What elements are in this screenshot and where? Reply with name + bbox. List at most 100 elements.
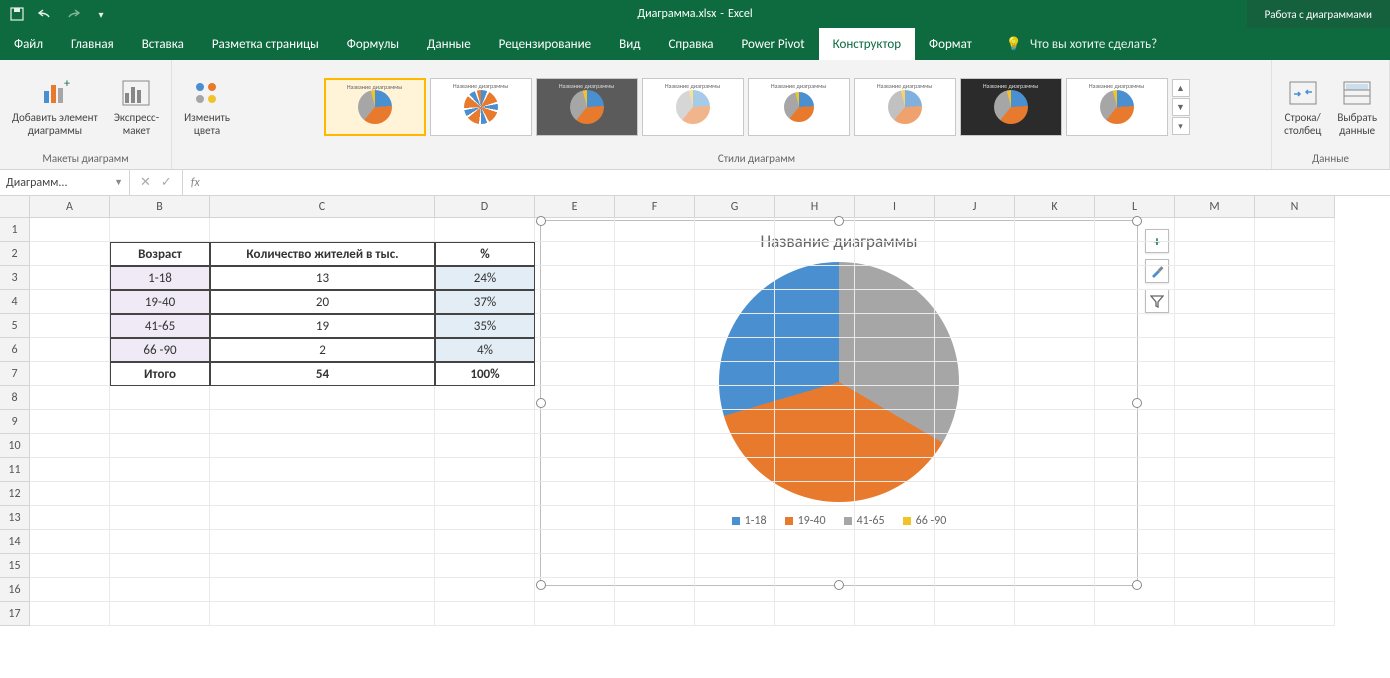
- cell[interactable]: [935, 314, 1015, 338]
- cell[interactable]: [210, 578, 435, 602]
- tab-home[interactable]: Главная: [57, 28, 128, 60]
- quick-layout-button[interactable]: Экспресс- макет: [110, 75, 163, 139]
- change-colors-button[interactable]: Изменить цвета: [180, 75, 234, 139]
- column-header[interactable]: E: [535, 196, 615, 218]
- cell[interactable]: [695, 314, 775, 338]
- row-header[interactable]: 14: [0, 530, 30, 554]
- cell[interactable]: [1015, 242, 1095, 266]
- cell[interactable]: [110, 602, 210, 626]
- cell[interactable]: [855, 530, 935, 554]
- cell[interactable]: [535, 218, 615, 242]
- cell[interactable]: [1255, 242, 1335, 266]
- cell[interactable]: [1255, 506, 1335, 530]
- cell[interactable]: [1255, 602, 1335, 626]
- formula-input[interactable]: [208, 170, 1390, 195]
- tab-insert[interactable]: Вставка: [128, 28, 198, 60]
- cell[interactable]: [775, 506, 855, 530]
- cell[interactable]: [615, 602, 695, 626]
- row-header[interactable]: 13: [0, 506, 30, 530]
- cell[interactable]: [210, 458, 435, 482]
- undo-icon[interactable]: [36, 5, 54, 23]
- column-header[interactable]: H: [775, 196, 855, 218]
- tab-file[interactable]: Файл: [0, 28, 57, 60]
- cell[interactable]: [535, 506, 615, 530]
- tab-data[interactable]: Данные: [413, 28, 485, 60]
- cell[interactable]: %: [435, 242, 535, 266]
- column-header[interactable]: K: [1015, 196, 1095, 218]
- cell[interactable]: [615, 530, 695, 554]
- cell[interactable]: [435, 410, 535, 434]
- cell[interactable]: [935, 242, 1015, 266]
- cell[interactable]: [1095, 506, 1175, 530]
- cell[interactable]: [1095, 410, 1175, 434]
- cell[interactable]: [1095, 314, 1175, 338]
- cell[interactable]: [30, 434, 110, 458]
- column-header[interactable]: N: [1255, 196, 1335, 218]
- cell[interactable]: [695, 410, 775, 434]
- select-data-button[interactable]: Выбрать данные: [1333, 75, 1381, 139]
- cell[interactable]: [30, 314, 110, 338]
- cell[interactable]: [935, 506, 1015, 530]
- cell[interactable]: [1095, 242, 1175, 266]
- cell[interactable]: [1015, 218, 1095, 242]
- cell[interactable]: [935, 530, 1015, 554]
- column-header[interactable]: A: [30, 196, 110, 218]
- chart-style-1[interactable]: Название диаграммы: [324, 78, 426, 136]
- cell[interactable]: [1175, 218, 1255, 242]
- cell[interactable]: [935, 602, 1015, 626]
- cell[interactable]: [775, 554, 855, 578]
- cell[interactable]: [1255, 362, 1335, 386]
- cell[interactable]: [775, 434, 855, 458]
- cell[interactable]: [1175, 362, 1255, 386]
- cell[interactable]: [30, 410, 110, 434]
- chart-style-6[interactable]: Название диаграммы: [854, 78, 956, 136]
- cell[interactable]: 41-65: [110, 314, 210, 338]
- cell[interactable]: [30, 602, 110, 626]
- cell[interactable]: [30, 578, 110, 602]
- cell[interactable]: Возраст: [110, 242, 210, 266]
- cell[interactable]: [855, 482, 935, 506]
- tell-me-search[interactable]: 💡 Что вы хотите сделать?: [1006, 28, 1157, 60]
- cell[interactable]: [695, 506, 775, 530]
- cell[interactable]: [615, 578, 695, 602]
- cell[interactable]: [30, 554, 110, 578]
- tab-page-layout[interactable]: Разметка страницы: [198, 28, 333, 60]
- row-header[interactable]: 2: [0, 242, 30, 266]
- cell[interactable]: [615, 218, 695, 242]
- cell[interactable]: [1095, 530, 1175, 554]
- chart-style-5[interactable]: Название диаграммы: [748, 78, 850, 136]
- cell[interactable]: [30, 266, 110, 290]
- cell[interactable]: [110, 506, 210, 530]
- cell[interactable]: [210, 482, 435, 506]
- cell[interactable]: [695, 290, 775, 314]
- cell[interactable]: [435, 602, 535, 626]
- cell[interactable]: [1015, 338, 1095, 362]
- fx-icon[interactable]: fx: [183, 170, 208, 195]
- cell[interactable]: [1095, 290, 1175, 314]
- cell[interactable]: [615, 314, 695, 338]
- cell[interactable]: [855, 554, 935, 578]
- cell[interactable]: 2: [210, 338, 435, 362]
- cell[interactable]: [615, 506, 695, 530]
- cell[interactable]: [935, 482, 1015, 506]
- row-header[interactable]: 1: [0, 218, 30, 242]
- cell[interactable]: [695, 482, 775, 506]
- cell[interactable]: [855, 362, 935, 386]
- cell[interactable]: [1015, 362, 1095, 386]
- row-header[interactable]: 11: [0, 458, 30, 482]
- column-header[interactable]: L: [1095, 196, 1175, 218]
- cell[interactable]: [1175, 266, 1255, 290]
- cell[interactable]: [30, 362, 110, 386]
- cell[interactable]: [935, 338, 1015, 362]
- cell[interactable]: [1175, 386, 1255, 410]
- row-header[interactable]: 4: [0, 290, 30, 314]
- cell[interactable]: [535, 554, 615, 578]
- cell[interactable]: [1095, 266, 1175, 290]
- cells-area[interactable]: Название диаграммы 1-18 19-40 41-65 66 -…: [30, 218, 1390, 678]
- select-all-corner[interactable]: [0, 196, 30, 218]
- cell[interactable]: [535, 266, 615, 290]
- cell[interactable]: [1015, 530, 1095, 554]
- cell[interactable]: [1255, 434, 1335, 458]
- cell[interactable]: [110, 434, 210, 458]
- cell[interactable]: [1015, 266, 1095, 290]
